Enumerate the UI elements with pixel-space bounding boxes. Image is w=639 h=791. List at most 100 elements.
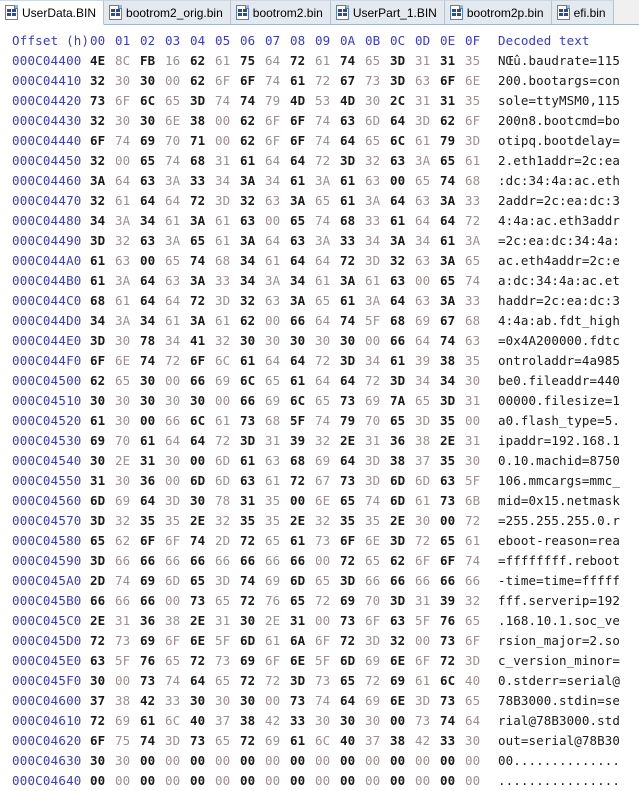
hex-byte[interactable]: 74: [315, 111, 340, 131]
hex-byte[interactable]: 00: [440, 511, 465, 531]
hex-byte[interactable]: 66: [115, 551, 140, 571]
hex-byte[interactable]: 68: [465, 171, 490, 191]
hex-byte[interactable]: 00: [365, 751, 390, 771]
hex-byte[interactable]: 32: [90, 151, 115, 171]
hex-byte[interactable]: 73: [190, 591, 215, 611]
hex-byte[interactable]: 69: [315, 451, 340, 471]
hex-byte[interactable]: 66: [290, 551, 315, 571]
hex-byte[interactable]: 3D: [340, 151, 365, 171]
hex-byte[interactable]: 30: [190, 691, 215, 711]
hex-byte[interactable]: 6F: [340, 531, 365, 551]
hex-byte[interactable]: 3A: [290, 191, 315, 211]
row-decoded-text[interactable]: ontroladdr=4a985: [498, 351, 620, 371]
hex-byte[interactable]: 73: [340, 471, 365, 491]
hex-byte[interactable]: 32: [240, 191, 265, 211]
hex-byte[interactable]: 61: [290, 371, 315, 391]
hex-byte[interactable]: 61: [290, 171, 315, 191]
hex-byte[interactable]: 3A: [240, 231, 265, 251]
hex-byte[interactable]: 6F: [90, 351, 115, 371]
tab-bar[interactable]: UserData.BIN bootrom2_orig.bin bootrom2.bi…: [0, 0, 639, 25]
row-decoded-text[interactable]: 4:4a:ac.eth3addr: [498, 211, 620, 231]
hex-byte[interactable]: 61: [340, 171, 365, 191]
hex-byte[interactable]: 63: [365, 171, 390, 191]
hex-byte[interactable]: 00: [215, 751, 240, 771]
hex-byte[interactable]: 30: [140, 371, 165, 391]
hex-byte[interactable]: 6F: [165, 531, 190, 551]
hex-byte[interactable]: 65: [90, 531, 115, 551]
hex-byte[interactable]: 72: [365, 371, 390, 391]
hex-byte[interactable]: 32: [215, 511, 240, 531]
hex-byte[interactable]: 30: [365, 91, 390, 111]
hex-byte[interactable]: 65: [190, 571, 215, 591]
hex-byte[interactable]: 3D: [90, 511, 115, 531]
hex-row[interactable]: 000C044A0 61 63 00 65 74 68 34 61 64 64 72 3D 32 63 3A 6…: [0, 251, 639, 271]
hex-row[interactable]: 000C04530 69 70 61 64 64 72 3D 31 39 32 2E 31 36 38 2E 3…: [0, 431, 639, 451]
row-decoded-text[interactable]: =2c:ea:dc:34:4a:: [498, 231, 620, 251]
hex-byte[interactable]: 00: [165, 71, 190, 91]
hex-byte[interactable]: 3D: [390, 531, 415, 551]
hex-byte[interactable]: 00: [415, 271, 440, 291]
hex-row[interactable]: 000C04450 32 00 65 74 68 31 61 64 64 72 3D 32 63 3A 65 6…: [0, 151, 639, 171]
hex-byte[interactable]: 66: [240, 551, 265, 571]
hex-byte[interactable]: 31: [240, 491, 265, 511]
hex-byte[interactable]: 6B: [465, 491, 490, 511]
hex-byte[interactable]: 3D: [165, 491, 190, 511]
hex-byte[interactable]: 30: [415, 511, 440, 531]
hex-byte[interactable]: 61: [240, 351, 265, 371]
hex-byte[interactable]: 64: [265, 231, 290, 251]
hex-byte[interactable]: 30: [140, 111, 165, 131]
hex-byte[interactable]: 63: [340, 111, 365, 131]
row-decoded-text[interactable]: haddr=2c:ea:dc:3: [498, 291, 620, 311]
hex-byte[interactable]: 00: [415, 631, 440, 651]
hex-byte[interactable]: 30: [115, 111, 140, 131]
row-decoded-text[interactable]: 200n8.bootcmd=bo: [498, 111, 620, 131]
hex-byte[interactable]: 38: [240, 711, 265, 731]
hex-byte[interactable]: 66: [165, 551, 190, 571]
hex-byte[interactable]: 61: [240, 451, 265, 471]
hex-byte[interactable]: 2E: [90, 611, 115, 631]
hex-byte[interactable]: 30: [215, 691, 240, 711]
hex-byte[interactable]: 2E: [265, 611, 290, 631]
row-decoded-text[interactable]: 2addr=2c:ea:dc:3: [498, 191, 620, 211]
hex-byte[interactable]: 7A: [390, 391, 415, 411]
hex-byte[interactable]: 3D: [440, 391, 465, 411]
hex-byte[interactable]: 74: [315, 691, 340, 711]
hex-byte[interactable]: 31: [90, 471, 115, 491]
hex-byte[interactable]: 3A: [90, 171, 115, 191]
hex-byte[interactable]: 64: [290, 351, 315, 371]
hex-row[interactable]: 000C044D0 34 3A 34 61 3A 61 62 00 66 64 74 5F 68 69 67 6…: [0, 311, 639, 331]
hex-byte[interactable]: 3A: [190, 311, 215, 331]
hex-byte[interactable]: 65: [165, 91, 190, 111]
row-decoded-text[interactable]: a0.flash_type=5.: [498, 411, 620, 431]
hex-byte[interactable]: 30: [90, 451, 115, 471]
hex-byte[interactable]: 2E: [390, 511, 415, 531]
row-decoded-text[interactable]: ................: [498, 771, 620, 791]
hex-byte[interactable]: 4D: [290, 91, 315, 111]
hex-byte[interactable]: 31: [215, 151, 240, 171]
hex-byte[interactable]: 69: [240, 651, 265, 671]
hex-byte[interactable]: 00: [440, 771, 465, 791]
hex-byte[interactable]: 66: [190, 371, 215, 391]
hex-row[interactable]: 000C04570 3D 32 35 35 2E 32 35 35 2E 32 35 35 2E 30 00 7…: [0, 511, 639, 531]
hex-byte[interactable]: 3D: [365, 631, 390, 651]
hex-byte[interactable]: 33: [365, 211, 390, 231]
hex-byte[interactable]: 72: [215, 431, 240, 451]
hex-byte[interactable]: 6F: [90, 731, 115, 751]
hex-byte[interactable]: 00: [190, 451, 215, 471]
hex-byte[interactable]: 36: [140, 471, 165, 491]
row-decoded-text[interactable]: 0.10.machid=8750: [498, 451, 620, 471]
hex-row[interactable]: 000C04620 6F 75 74 3D 73 65 72 69 61 6C 40 37 38 42 33 3…: [0, 731, 639, 751]
hex-byte[interactable]: 72: [240, 731, 265, 751]
hex-byte[interactable]: 00: [265, 771, 290, 791]
hex-byte[interactable]: 63: [415, 291, 440, 311]
hex-byte[interactable]: 00: [415, 771, 440, 791]
hex-byte[interactable]: 6E: [290, 651, 315, 671]
hex-byte[interactable]: 31: [440, 91, 465, 111]
row-decoded-text[interactable]: eboot-reason=rea: [498, 531, 620, 551]
hex-byte[interactable]: 5F: [465, 471, 490, 491]
row-decoded-text[interactable]: 78B3000.stdin=se: [498, 691, 620, 711]
hex-byte[interactable]: 38: [115, 691, 140, 711]
hex-byte[interactable]: 64: [265, 351, 290, 371]
hex-byte[interactable]: 31: [415, 591, 440, 611]
hex-byte[interactable]: 6E: [190, 631, 215, 651]
